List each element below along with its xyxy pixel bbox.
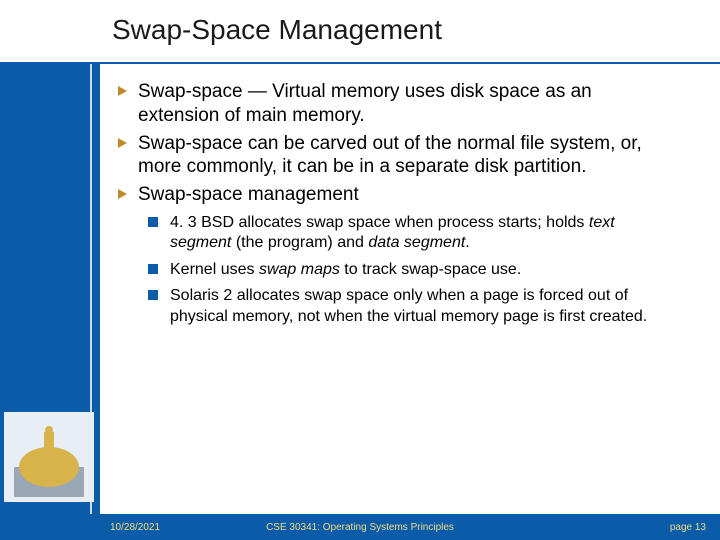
slide: Swap-Space Management Swap-space — Virtu…	[0, 0, 720, 540]
triangle-bullet-icon	[118, 86, 127, 96]
bullet-text: Swap-space — Virtual memory uses disk sp…	[138, 81, 592, 126]
footer-page: page 13	[670, 522, 706, 533]
bullet-text: Swap-space can be carved out of the norm…	[138, 133, 642, 178]
triangle-bullet-icon	[118, 138, 127, 148]
footer-course: CSE 30341: Operating Systems Principles	[266, 522, 454, 533]
bullet-item: Swap-space management	[118, 183, 678, 207]
content-area: Swap-space — Virtual memory uses disk sp…	[118, 80, 678, 333]
triangle-bullet-icon	[118, 189, 127, 199]
sub-bullet-text: 4. 3 BSD allocates swap space when proce…	[170, 214, 615, 251]
square-bullet-icon	[148, 264, 158, 274]
bullet-item: Swap-space — Virtual memory uses disk sp…	[118, 80, 678, 128]
footer-date: 10/28/2021	[110, 522, 160, 533]
sub-bullet-item: Kernel uses swap maps to track swap-spac…	[148, 260, 678, 280]
bullet-text: Swap-space management	[138, 184, 359, 205]
sub-bullet-item: Solaris 2 allocates swap space only when…	[148, 286, 678, 327]
slide-title: Swap-Space Management	[112, 14, 442, 46]
sub-bullet-text: Kernel uses swap maps to track swap-spac…	[170, 261, 521, 278]
title-band: Swap-Space Management	[0, 0, 720, 64]
dome-image	[4, 412, 94, 502]
sub-list: 4. 3 BSD allocates swap space when proce…	[148, 213, 678, 327]
footer-bar: 10/28/2021 CSE 30341: Operating Systems …	[0, 514, 720, 540]
sub-bullet-item: 4. 3 BSD allocates swap space when proce…	[148, 213, 678, 254]
square-bullet-icon	[148, 290, 158, 300]
square-bullet-icon	[148, 217, 158, 227]
sub-bullet-text: Solaris 2 allocates swap space only when…	[170, 287, 647, 324]
bullet-item: Swap-space can be carved out of the norm…	[118, 132, 678, 180]
